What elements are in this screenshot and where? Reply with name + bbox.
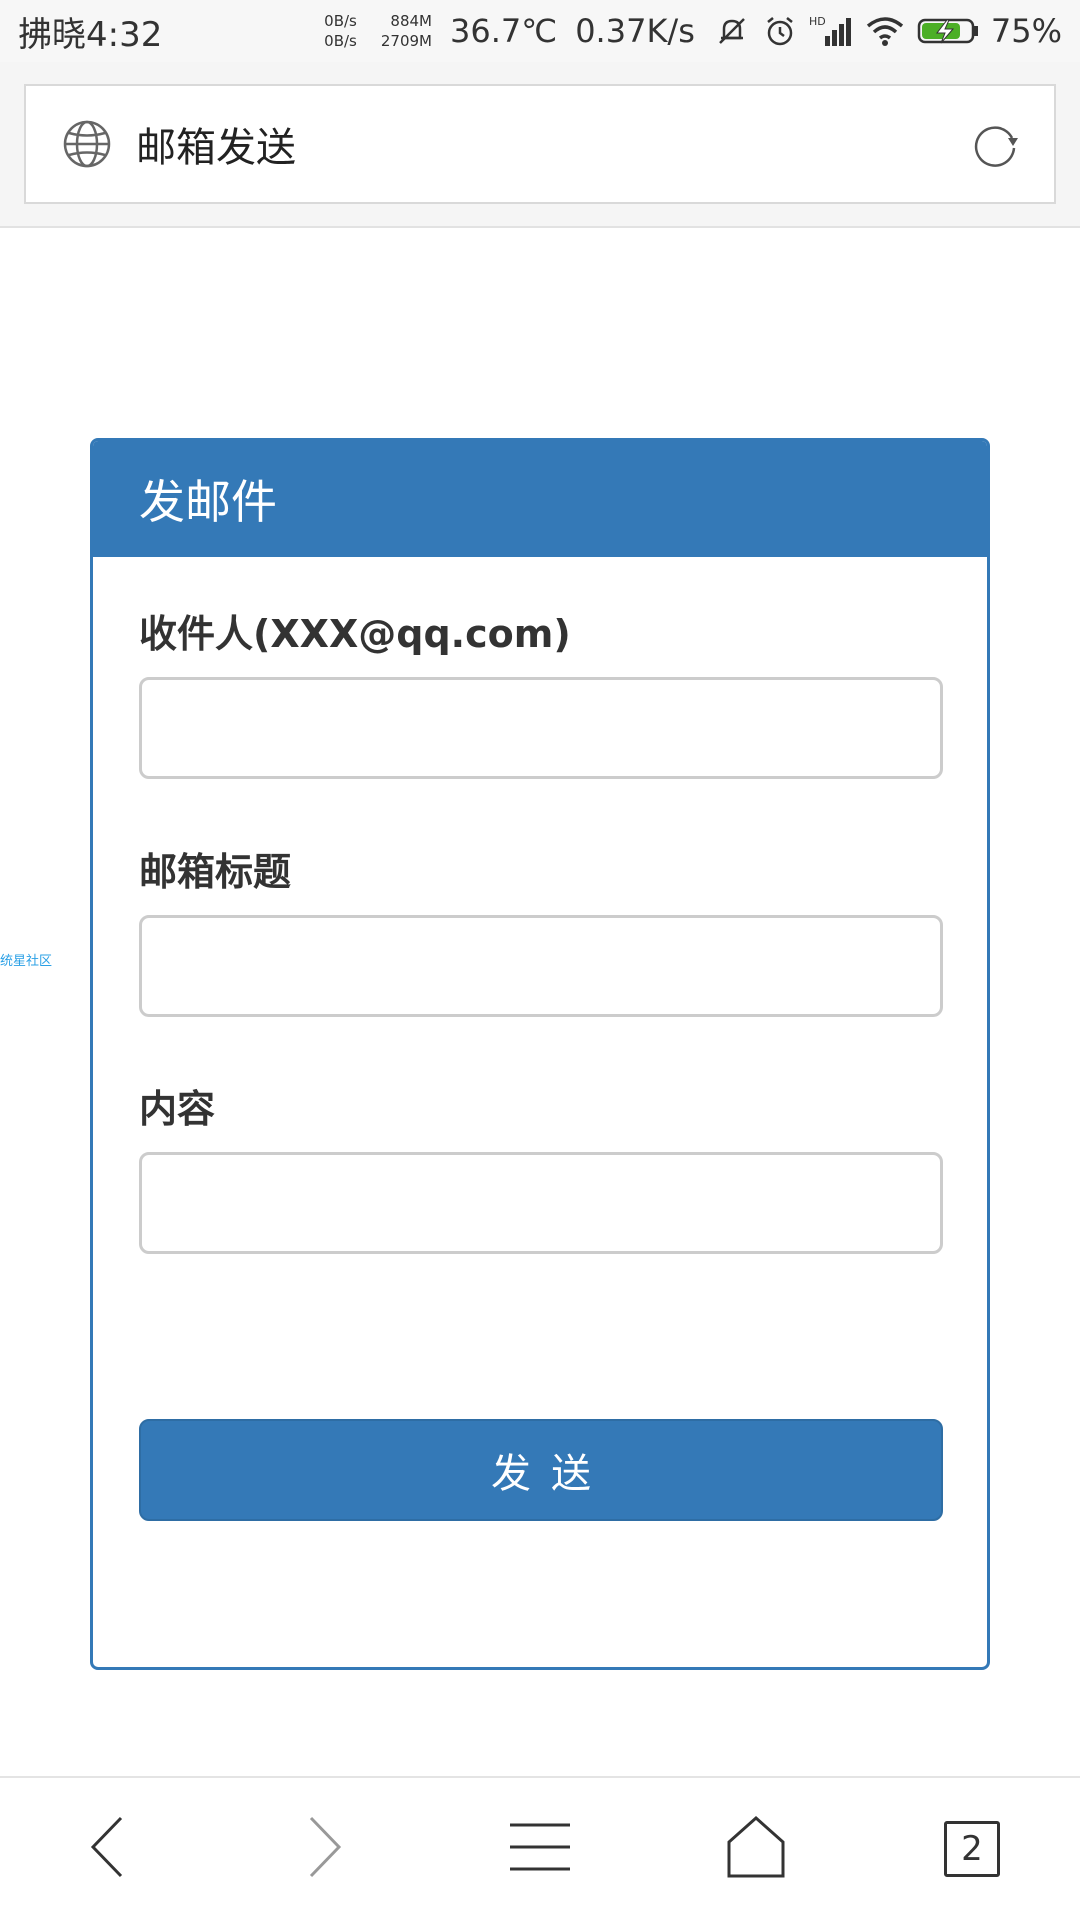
net-down: 0B/s bbox=[324, 32, 357, 50]
recipient-label: 收件人(XXX@qq.com) bbox=[139, 612, 571, 656]
globe-icon bbox=[62, 119, 112, 169]
status-bar: 拂晓4:32 0B/s 0B/s 884M 2709M 36.7℃ 0.37K/… bbox=[0, 0, 1080, 62]
card-header: 发邮件 bbox=[93, 441, 987, 557]
content-input[interactable] bbox=[139, 1152, 943, 1254]
tab-count: 2 bbox=[961, 1829, 983, 1869]
network-rate: 0B/s 0B/s bbox=[324, 11, 357, 51]
address-bar[interactable]: 邮箱发送 bbox=[24, 84, 1056, 204]
home-button[interactable] bbox=[701, 1794, 811, 1904]
forward-button[interactable] bbox=[269, 1794, 379, 1904]
status-time: 拂晓4:32 bbox=[18, 14, 163, 55]
back-button[interactable] bbox=[53, 1794, 163, 1904]
battery-percent: 75% bbox=[990, 12, 1062, 50]
content-label: 内容 bbox=[139, 1087, 216, 1131]
menu-icon bbox=[508, 1819, 572, 1879]
tabs-icon: 2 bbox=[944, 1821, 1000, 1877]
page-title: 邮箱发送 bbox=[136, 125, 296, 171]
signal-icon: HD bbox=[809, 12, 853, 50]
temperature: 36.7℃ bbox=[450, 12, 558, 50]
battery-charging-icon bbox=[917, 12, 981, 50]
memory-usage: 884M 2709M bbox=[381, 11, 432, 51]
mem-total: 2709M bbox=[380, 32, 432, 50]
subject-label: 邮箱标题 bbox=[139, 850, 292, 894]
browser-toolbar: 邮箱发送 bbox=[0, 62, 1080, 228]
refresh-icon[interactable] bbox=[968, 116, 1024, 172]
alarm-icon bbox=[761, 12, 799, 50]
bottom-nav: 2 bbox=[0, 1776, 1080, 1920]
mute-bell-icon bbox=[713, 12, 751, 50]
wifi-icon bbox=[863, 12, 907, 50]
menu-button[interactable] bbox=[485, 1794, 595, 1904]
home-icon bbox=[726, 1815, 786, 1883]
subject-input[interactable] bbox=[139, 915, 943, 1017]
forward-icon bbox=[299, 1812, 349, 1886]
mem-used: 884M bbox=[390, 12, 432, 30]
send-button[interactable]: 发送 bbox=[139, 1419, 943, 1521]
net-up: 0B/s bbox=[324, 12, 357, 30]
email-form-card: 发邮件 收件人(XXX@qq.com) 邮箱标题 内容 发送 bbox=[90, 438, 990, 1670]
tabs-button[interactable]: 2 bbox=[917, 1794, 1027, 1904]
back-icon bbox=[83, 1812, 133, 1886]
status-indicators: 0B/s 0B/s 884M 2709M 36.7℃ 0.37K/s HD 75… bbox=[324, 11, 1062, 51]
network-type-label: HD bbox=[809, 15, 826, 28]
recipient-input[interactable] bbox=[139, 677, 943, 779]
side-link[interactable]: 统星社区 bbox=[0, 950, 52, 969]
speed: 0.37K/s bbox=[575, 12, 695, 50]
